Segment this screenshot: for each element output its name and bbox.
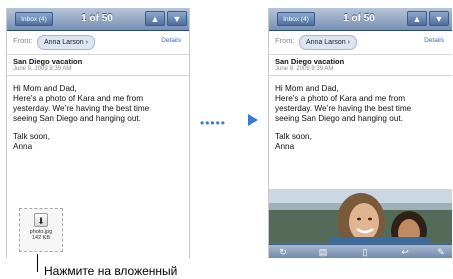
details-link[interactable]: Details [424, 37, 444, 44]
attached-photo[interactable] [269, 189, 452, 244]
header-divider [7, 75, 189, 76]
attachment-size: 142 KB [31, 235, 51, 241]
email-body: Hi Mom and Dad, Here’s a photo of Kara a… [13, 84, 185, 152]
trash-icon[interactable]: ▯ [359, 245, 371, 258]
previous-message-button[interactable]: ▲ [145, 11, 165, 26]
photo-image [269, 189, 452, 244]
from-row: From: Anna Larson › Details [7, 31, 189, 55]
details-link[interactable]: Details [161, 37, 181, 44]
header-divider [269, 75, 452, 76]
email-date: June 9, 2009 9:39 AM [13, 66, 72, 72]
inbox-back-button[interactable]: Inbox (4) [15, 12, 53, 26]
email-date: June 9, 2009 9:39 AM [275, 66, 334, 72]
arrow-right-icon [248, 114, 258, 126]
transition-dots: ••••• [200, 116, 227, 130]
body-line: Hi Mom and Dad, [275, 84, 339, 93]
body-line: yesterday. We’re having the best time [13, 104, 150, 113]
next-message-button[interactable]: ▼ [429, 11, 449, 26]
from-label: From: [13, 36, 33, 45]
instruction-caption: Нажмите на вложенный [44, 264, 178, 278]
body-line: yesterday. We’re having the best time [275, 104, 412, 113]
body-line: Here’s a photo of Kara and me from [13, 94, 144, 103]
nav-bar: Inbox (4) 1 of 50 ▲ ▼ [7, 8, 189, 31]
from-row: From: Anna Larson › Details [269, 31, 452, 55]
callout-line [37, 254, 38, 272]
body-line: Talk soon, [13, 132, 50, 141]
body-line: Anna [275, 142, 295, 151]
body-line: Hi Mom and Dad, [13, 84, 77, 93]
body-line: Talk soon, [275, 132, 312, 141]
inbox-back-button[interactable]: Inbox (4) [277, 12, 315, 26]
email-screen-after: Inbox (4) 1 of 50 ▲ ▼ From: Anna Larson … [268, 8, 452, 258]
download-icon: ⬇ [34, 213, 48, 227]
move-folder-icon[interactable]: ▤ [317, 245, 329, 258]
body-line: Anna [13, 142, 33, 151]
email-subject: San Diego vacation [13, 57, 83, 66]
attachment-tile[interactable]: ⬇ photo.jpg 142 KB [19, 208, 63, 252]
next-message-button[interactable]: ▼ [167, 11, 187, 26]
chevron-right-icon: › [85, 39, 88, 46]
reply-icon[interactable]: ↩ [399, 245, 411, 258]
email-body: Hi Mom and Dad, Here’s a photo of Kara a… [275, 84, 447, 152]
from-label: From: [275, 36, 295, 45]
chevron-right-icon: › [347, 39, 350, 46]
sender-name: Anna Larson [306, 39, 346, 46]
message-counter: 1 of 50 [81, 13, 113, 24]
message-toolbar: ↻ ▤ ▯ ↩ ✎ [269, 244, 452, 258]
sender-button[interactable]: Anna Larson › [37, 35, 95, 50]
body-line: Here’s a photo of Kara and me from [275, 94, 406, 103]
sender-button[interactable]: Anna Larson › [299, 35, 357, 50]
nav-bar: Inbox (4) 1 of 50 ▲ ▼ [269, 8, 452, 31]
previous-message-button[interactable]: ▲ [407, 11, 427, 26]
email-screen-before: Inbox (4) 1 of 50 ▲ ▼ From: Anna Larson … [6, 8, 190, 258]
message-counter: 1 of 50 [343, 13, 375, 24]
compose-icon[interactable]: ✎ [435, 245, 447, 258]
email-subject: San Diego vacation [275, 57, 345, 66]
body-line: seeing San Diego and hanging out. [275, 114, 403, 123]
refresh-icon[interactable]: ↻ [277, 245, 289, 258]
sender-name: Anna Larson [44, 39, 84, 46]
body-line: seeing San Diego and hanging out. [13, 114, 141, 123]
